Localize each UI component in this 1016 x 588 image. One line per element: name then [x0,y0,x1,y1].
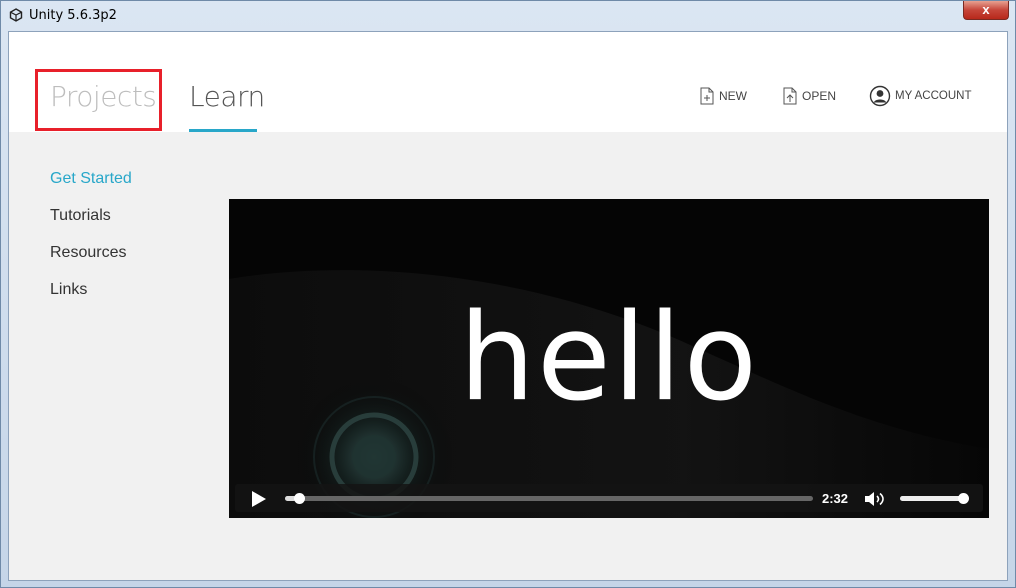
new-project-button[interactable]: NEW [699,84,747,108]
unity-logo-icon [9,8,23,22]
sidebar-item-resources[interactable]: Resources [50,244,126,262]
active-tab-indicator [189,129,257,132]
sidebar-item-links[interactable]: Links [50,281,87,299]
sidebar-item-get-started[interactable]: Get Started [50,170,132,188]
volume-icon[interactable] [863,490,887,508]
account-icon [869,85,891,107]
video-progress-bar[interactable] [285,493,813,504]
tab-learn[interactable]: Learn [189,80,265,113]
sidebar-item-tutorials[interactable]: Tutorials [50,207,111,225]
app-window: Unity 5.6.3p2 x Projects Learn NEW OPEN … [0,0,1016,588]
window-title: Unity 5.6.3p2 [29,8,117,23]
my-account-button[interactable]: MY ACCOUNT [869,84,971,108]
title-bar[interactable]: Unity 5.6.3p2 x [1,1,1015,31]
video-player[interactable]: hello 2:32 [229,199,989,518]
new-file-icon [700,87,714,105]
close-button[interactable]: x [963,1,1009,20]
volume-slider-handle[interactable] [958,493,969,504]
new-button-label: NEW [719,89,747,103]
highlight-annotation-box [35,69,162,131]
open-project-button[interactable]: OPEN [782,84,836,108]
video-controls: 2:32 [235,484,983,512]
video-overlay-text: hello [459,289,759,428]
video-duration: 2:32 [822,491,849,506]
open-button-label: OPEN [802,89,837,103]
volume-slider[interactable] [900,493,969,504]
volume-slider-fill [900,496,966,501]
play-icon[interactable] [249,490,267,508]
header: Projects Learn NEW OPEN MY ACCOUNT [9,32,1007,132]
video-progress-handle[interactable] [293,493,305,504]
account-button-label: MY ACCOUNT [895,90,972,102]
open-file-icon [783,87,797,105]
launcher-client: Projects Learn NEW OPEN MY ACCOUNT Get S… [8,31,1008,581]
